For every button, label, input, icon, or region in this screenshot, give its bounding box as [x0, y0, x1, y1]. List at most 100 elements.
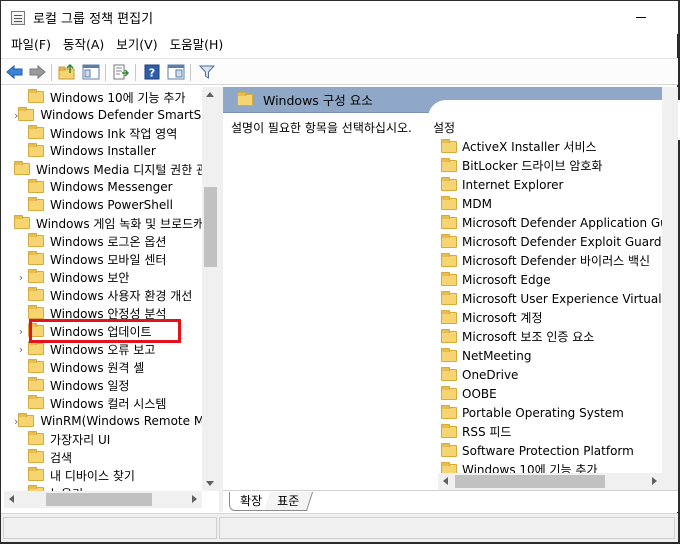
tree-item[interactable]: Windows 일정 — [4, 376, 204, 394]
tree-item[interactable]: Windows 로그온 옵션 — [4, 232, 204, 250]
settings-list-item[interactable]: MDM — [441, 194, 678, 213]
settings-list-item[interactable]: Microsoft User Experience Virtualization — [441, 289, 678, 308]
folder-icon — [28, 449, 44, 463]
tree-item[interactable]: Windows PowerShell — [4, 196, 204, 214]
tree-item-label: Windows 일정 — [50, 378, 130, 393]
folder-icon — [28, 251, 44, 265]
scroll-left-arrow-icon[interactable] — [443, 477, 448, 485]
list-vertical-scrollbar[interactable] — [662, 87, 678, 473]
tree-item[interactable]: 가장자리 UI — [4, 430, 204, 448]
tree-item[interactable]: Windows 모바일 센터 — [4, 250, 204, 268]
show-hide-tree-icon[interactable] — [81, 62, 101, 82]
folder-icon — [441, 366, 457, 381]
tree-item[interactable]: Windows Installer — [4, 142, 204, 160]
chevron-right-icon[interactable]: › — [14, 271, 28, 284]
tab-standard[interactable]: 표준 — [263, 492, 314, 511]
help-icon[interactable]: ? — [142, 62, 162, 82]
tree-item[interactable]: › Windows 보안 — [4, 268, 204, 286]
settings-list-item[interactable]: Microsoft Defender Application Guard — [441, 213, 678, 232]
back-arrow-icon[interactable] — [5, 62, 25, 82]
forward-arrow-icon[interactable] — [27, 62, 47, 82]
settings-list-item[interactable]: Microsoft Edge — [441, 270, 678, 289]
settings-list-item-label: Microsoft Defender 바이러스 백신 — [462, 254, 651, 268]
menu-view[interactable]: 보기(V) — [110, 34, 163, 56]
settings-list-item[interactable]: Internet Explorer — [441, 175, 678, 194]
settings-list-item-label: BitLocker 드라이브 암호화 — [462, 159, 603, 173]
toolbar-separator — [105, 64, 106, 81]
folder-up-icon[interactable] — [57, 62, 77, 82]
status-cell-left — [3, 517, 217, 539]
highlight-annotation-box — [29, 319, 181, 343]
settings-list-item[interactable]: Microsoft Defender Exploit Guard — [441, 232, 678, 251]
tab-standard-label: 표준 — [277, 494, 300, 508]
folder-icon — [441, 385, 457, 400]
scroll-up-arrow-icon[interactable] — [206, 92, 214, 97]
tree-item[interactable]: ›Windows Defender SmartScreen — [4, 106, 204, 124]
menu-action[interactable]: 동작(A) — [57, 34, 110, 56]
settings-list-item[interactable]: Portable Operating System — [441, 403, 678, 422]
list-hscroll-thumb[interactable] — [455, 475, 605, 488]
tree-item[interactable]: Windows 원격 셸 — [4, 358, 204, 376]
tree-item[interactable]: Windows 컬러 시스템 — [4, 394, 204, 412]
tree-item[interactable]: Windows 10에 기능 추가 — [4, 88, 204, 106]
description-text: 설명이 필요한 항목을 선택하십시오. — [231, 121, 412, 135]
minimize-button[interactable] — [627, 5, 655, 29]
title-bar: 로컬 그룹 정책 편집기 — [1, 1, 678, 34]
folder-icon — [441, 176, 457, 191]
settings-list-item[interactable]: Microsoft Defender 바이러스 백신 — [441, 251, 678, 270]
settings-list-item-label: Microsoft Edge — [462, 272, 551, 287]
settings-list-item[interactable]: NetMeeting — [441, 346, 678, 365]
scroll-down-arrow-icon[interactable] — [206, 481, 214, 486]
chevron-right-icon[interactable]: › — [14, 343, 28, 356]
tree-item[interactable]: 검색 — [4, 448, 204, 466]
menu-help[interactable]: 도움말(H) — [164, 34, 230, 56]
setting-column-header[interactable]: 설정 — [433, 119, 455, 136]
folder-icon — [18, 107, 35, 121]
folder-icon — [441, 461, 457, 473]
tree-item[interactable]: ›WinRM(Windows Remote Management) — [4, 412, 204, 430]
folder-icon — [14, 161, 30, 175]
settings-list-item[interactable]: OneDrive — [441, 365, 678, 384]
tree-scroll-thumb[interactable] — [204, 187, 217, 267]
settings-list-item[interactable]: Microsoft 계정 — [441, 308, 678, 327]
tree-horizontal-scrollbar[interactable] — [4, 491, 202, 508]
tree-item[interactable]: 내 디바이스 찾기 — [4, 466, 204, 484]
settings-list-item[interactable]: Software Protection Platform — [441, 441, 678, 460]
settings-list-item[interactable]: OOBE — [441, 384, 678, 403]
policy-editor-app-icon — [11, 10, 25, 25]
properties-pane-icon[interactable] — [166, 62, 186, 82]
tree-item-label: Windows 모바일 센터 — [50, 252, 167, 267]
folder-icon — [441, 328, 457, 343]
scroll-right-arrow-icon[interactable] — [192, 495, 197, 503]
tree-item-label: Windows PowerShell — [50, 198, 173, 212]
settings-list-item[interactable]: RSS 피드 — [441, 422, 678, 441]
folder-icon — [14, 215, 30, 229]
list-horizontal-scrollbar[interactable] — [438, 473, 662, 490]
folder-icon — [441, 404, 457, 419]
tree-vertical-scrollbar[interactable] — [202, 87, 219, 491]
tree-item[interactable]: Windows 게임 녹화 및 브로드캐스트 — [4, 214, 204, 232]
filter-icon[interactable] — [197, 62, 217, 82]
settings-list-item[interactable]: Microsoft 보조 인증 요소 — [441, 327, 678, 346]
tree-hscroll-thumb[interactable] — [46, 493, 152, 506]
export-list-icon[interactable] — [111, 62, 131, 82]
menu-file[interactable]: 파일(F) — [5, 34, 57, 56]
chevron-right-icon[interactable]: › — [14, 325, 28, 338]
scroll-right-arrow-icon[interactable] — [652, 477, 657, 485]
tree-item-label: Windows 보안 — [50, 270, 130, 285]
settings-list-item-label: RSS 피드 — [462, 425, 512, 439]
toolbar-separator — [51, 64, 52, 81]
scroll-left-arrow-icon[interactable] — [9, 495, 14, 503]
settings-list-item[interactable]: ActiveX Installer 서비스 — [441, 137, 678, 156]
tree-item-label: Windows Media 디지털 권한 관리 — [36, 162, 204, 177]
folder-icon — [441, 252, 457, 267]
scrollbar-corner — [662, 473, 678, 490]
settings-list-item-label: ActiveX Installer 서비스 — [462, 140, 597, 154]
settings-list-item[interactable]: BitLocker 드라이브 암호화 — [441, 156, 678, 175]
group-policy-editor-window: 로컬 그룹 정책 편집기 파일(F) 동작(A) 보기(V) 도움말(H) ? — [0, 0, 680, 544]
settings-list-item[interactable]: Windows 10에 기능 추가 — [441, 460, 678, 473]
tree-item[interactable]: Windows Messenger — [4, 178, 204, 196]
tree-item[interactable]: Windows 사용자 환경 개선 — [4, 286, 204, 304]
tree-item[interactable]: Windows Media 디지털 권한 관리 — [4, 160, 204, 178]
tree-item[interactable]: Windows Ink 작업 영역 — [4, 124, 204, 142]
